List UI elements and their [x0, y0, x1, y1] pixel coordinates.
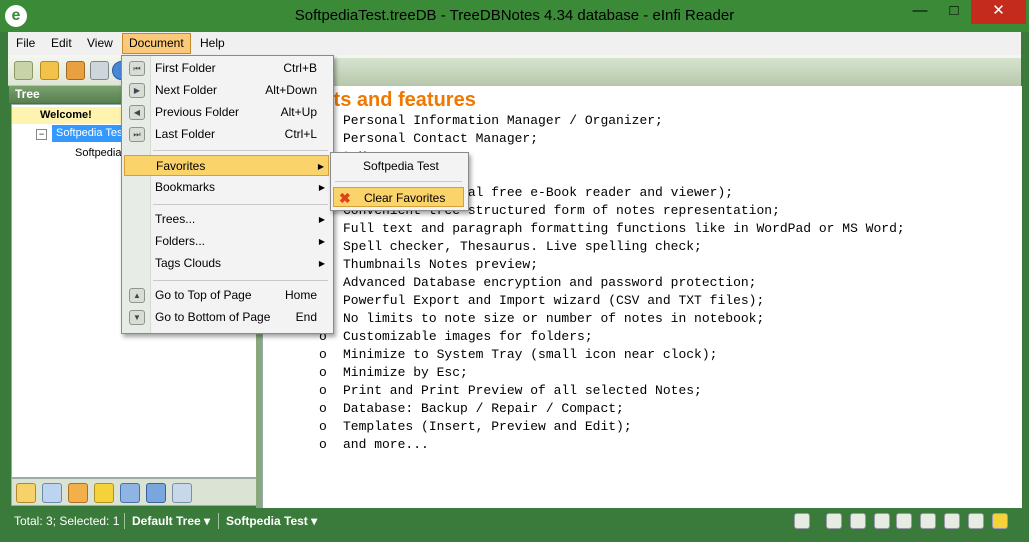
submenu-arrow-icon: ▶ — [317, 162, 324, 171]
feature-bullet: o — [319, 419, 327, 434]
tree-node-softpedia-test[interactable]: Softpedia Test — [52, 125, 124, 142]
next-page-icon[interactable] — [944, 513, 960, 529]
feature-item: Powerful Export and Import wizard (CSV a… — [343, 293, 765, 308]
page-top-icon: ▲ — [129, 288, 145, 303]
first-page-icon[interactable] — [896, 513, 912, 529]
minimize-button[interactable]: — — [903, 0, 937, 24]
search-icon[interactable] — [42, 483, 62, 503]
feature-bullet: o — [319, 347, 327, 362]
find-icon[interactable] — [850, 513, 866, 529]
feature-item: Thumbnails Notes preview; — [343, 257, 539, 272]
status-divider — [218, 513, 219, 529]
submenu-arrow-icon: ▶ — [318, 259, 325, 268]
spellcheck-icon[interactable] — [874, 513, 890, 529]
close-button[interactable]: ✕ — [971, 0, 1026, 24]
menu-item-favorites[interactable]: Favorites ▶ — [124, 155, 329, 176]
menu-item-go-to-bottom[interactable]: ▼ Go to Bottom of Page End — [124, 307, 329, 328]
feature-item: Advanced Database encryption and passwor… — [343, 275, 757, 290]
print-icon[interactable] — [90, 61, 109, 80]
first-folder-icon: ⏮ — [129, 61, 145, 76]
menu-help[interactable]: Help — [194, 34, 231, 53]
menu-item-last-folder[interactable]: ⏭ Last Folder Ctrl+L — [124, 124, 329, 145]
feature-bullet: o — [319, 383, 327, 398]
feature-item: Spell checker, Thesaurus. Live spelling … — [343, 239, 702, 254]
favorites-submenu: Softpedia Test ✖ Clear Favorites — [330, 152, 469, 211]
feature-bullet: o — [319, 437, 327, 452]
menu-item-first-folder[interactable]: ⏮ First Folder Ctrl+B — [124, 58, 329, 79]
next-folder-icon: ▶ — [129, 83, 145, 98]
menu-separator — [335, 181, 462, 182]
resize-grip-icon[interactable] — [992, 513, 1008, 529]
feature-item: Personal Contact Manager; — [343, 131, 539, 146]
note-editor[interactable]: its and features Personal Information Ma… — [262, 86, 1022, 508]
favorites-star-icon[interactable] — [94, 483, 114, 503]
previous-page-icon[interactable] — [920, 513, 936, 529]
menu-separator — [153, 150, 328, 151]
feature-item: Print and Print Preview of all selected … — [343, 383, 702, 398]
tree-node-welcome[interactable]: Welcome! — [12, 107, 124, 124]
menu-item-tags-clouds[interactable]: Tags Clouds ▶ — [124, 253, 329, 274]
page-bottom-icon: ▼ — [129, 310, 145, 325]
clear-favorites-item[interactable]: ✖ Clear Favorites — [333, 187, 464, 207]
feature-item: Minimize to System Tray (small icon near… — [343, 347, 718, 362]
calendar-icon[interactable] — [120, 483, 140, 503]
collapse-toggle-icon[interactable]: − — [36, 129, 47, 140]
status-divider — [124, 513, 125, 529]
feature-item: Personal Information Manager / Organizer… — [343, 113, 663, 128]
tree-selector[interactable]: Default Tree ▾ — [132, 514, 210, 528]
feature-bullet: o — [319, 401, 327, 416]
menu-separator — [153, 204, 328, 205]
tree-node-softpedia[interactable]: Softpedia — [75, 145, 121, 162]
last-folder-icon: ⏭ — [129, 127, 145, 142]
clear-x-icon: ✖ — [339, 190, 351, 206]
feature-item: Full text and paragraph formatting funct… — [343, 221, 905, 236]
note-heading: its and features — [328, 89, 476, 111]
menu-item-trees[interactable]: Trees... ▶ — [124, 209, 329, 230]
feature-bullet: o — [319, 365, 327, 380]
save-icon[interactable] — [40, 61, 59, 80]
notes-list-icon[interactable] — [146, 483, 166, 503]
menu-file[interactable]: File — [10, 34, 41, 53]
menu-view[interactable]: View — [81, 34, 119, 53]
menu-separator — [153, 280, 328, 281]
menu-item-folders[interactable]: Folders... ▶ — [124, 231, 329, 252]
book-icon[interactable] — [66, 61, 85, 80]
maximize-button[interactable]: □ — [937, 0, 971, 24]
title-bar: e SoftpediaTest.treeDB - TreeDBNotes 4.3… — [0, 0, 1029, 32]
menu-edit[interactable]: Edit — [45, 34, 78, 53]
feature-item: Minimize by Esc; — [343, 365, 468, 380]
submenu-arrow-icon: ▶ — [318, 183, 325, 192]
previous-folder-icon: ◀ — [129, 105, 145, 120]
menu-item-go-to-top[interactable]: ▲ Go to Top of Page Home — [124, 285, 329, 306]
last-page-icon[interactable] — [968, 513, 984, 529]
document-menu: ⏮ First Folder Ctrl+B ▶ Next Folder Alt+… — [121, 55, 334, 334]
menu-item-next-folder[interactable]: ▶ Next Folder Alt+Down — [124, 80, 329, 101]
menu-item-bookmarks[interactable]: Bookmarks ▶ — [124, 177, 329, 198]
folder-icon[interactable] — [16, 483, 36, 503]
submenu-arrow-icon: ▶ — [318, 237, 325, 246]
feature-item: Templates (Insert, Preview and Edit); — [343, 419, 632, 434]
feature-item: Database: Backup / Repair / Compact; — [343, 401, 624, 416]
menu-item-previous-folder[interactable]: ◀ Previous Folder Alt+Up — [124, 102, 329, 123]
cloud-icon[interactable] — [172, 483, 192, 503]
status-bar: Total: 3; Selected: 1 Default Tree ▾ Sof… — [8, 508, 1021, 536]
feature-item: and more... — [343, 437, 429, 452]
menu-document[interactable]: Document — [122, 33, 191, 54]
close-db-icon[interactable] — [14, 61, 33, 80]
tags-icon[interactable] — [68, 483, 88, 503]
note-toolbar — [262, 58, 1021, 85]
status-counts: Total: 3; Selected: 1 — [14, 514, 120, 528]
feature-item: Customizable images for folders; — [343, 329, 593, 344]
feature-item: No limits to note size or number of note… — [343, 311, 765, 326]
zoom-icon[interactable] — [826, 513, 842, 529]
menu-bar: File Edit View Document Help — [8, 32, 1021, 55]
favorite-item-softpedia-test[interactable]: Softpedia Test — [333, 156, 464, 176]
database-selector[interactable]: Softpedia Test ▾ — [226, 514, 317, 528]
submenu-arrow-icon: ▶ — [318, 215, 325, 224]
tree-toolbar — [11, 478, 257, 506]
view-mode-icon[interactable] — [794, 513, 810, 529]
window-title: SoftpediaTest.treeDB - TreeDBNotes 4.34 … — [294, 7, 735, 24]
